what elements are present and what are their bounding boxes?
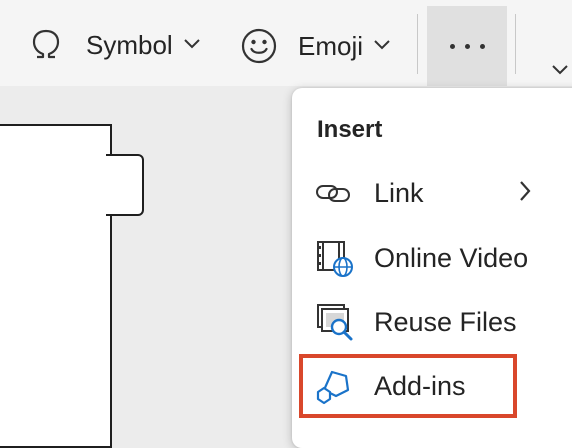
slide-page[interactable] (0, 124, 112, 448)
menu-item-reuse-files[interactable]: Reuse Files (292, 293, 564, 351)
page-side-tab[interactable] (106, 154, 144, 216)
smiley-icon (240, 27, 278, 65)
highlight-annotation-box (299, 354, 517, 418)
symbol-button[interactable]: Symbol (28, 27, 201, 63)
emoji-label: Emoji (298, 30, 364, 61)
menu-item-link[interactable]: Link (292, 164, 564, 222)
menu-item-label: Reuse Files (374, 306, 517, 337)
chevron-down-icon (373, 37, 391, 55)
symbol-label: Symbol (86, 29, 173, 60)
ribbon-expand-chevron-icon[interactable] (551, 62, 569, 80)
more-horizontal-icon (449, 43, 485, 49)
ribbon-divider (417, 14, 418, 74)
emoji-button[interactable]: Emoji (240, 27, 391, 65)
reuse-files-icon (314, 302, 354, 342)
online-video-icon (314, 238, 354, 278)
ribbon-toolbar: Symbol Emoji (0, 0, 572, 86)
menu-item-label: Online Video (374, 242, 529, 273)
link-icon (314, 173, 354, 213)
omega-icon (28, 27, 64, 63)
chevron-right-icon (518, 179, 532, 208)
menu-item-label: Link (374, 177, 424, 208)
menu-item-online-video[interactable]: Online Video (292, 229, 564, 287)
ribbon-divider (515, 14, 516, 74)
chevron-down-icon (183, 36, 201, 54)
menu-heading: Insert (317, 116, 383, 143)
more-options-button[interactable] (427, 6, 507, 86)
